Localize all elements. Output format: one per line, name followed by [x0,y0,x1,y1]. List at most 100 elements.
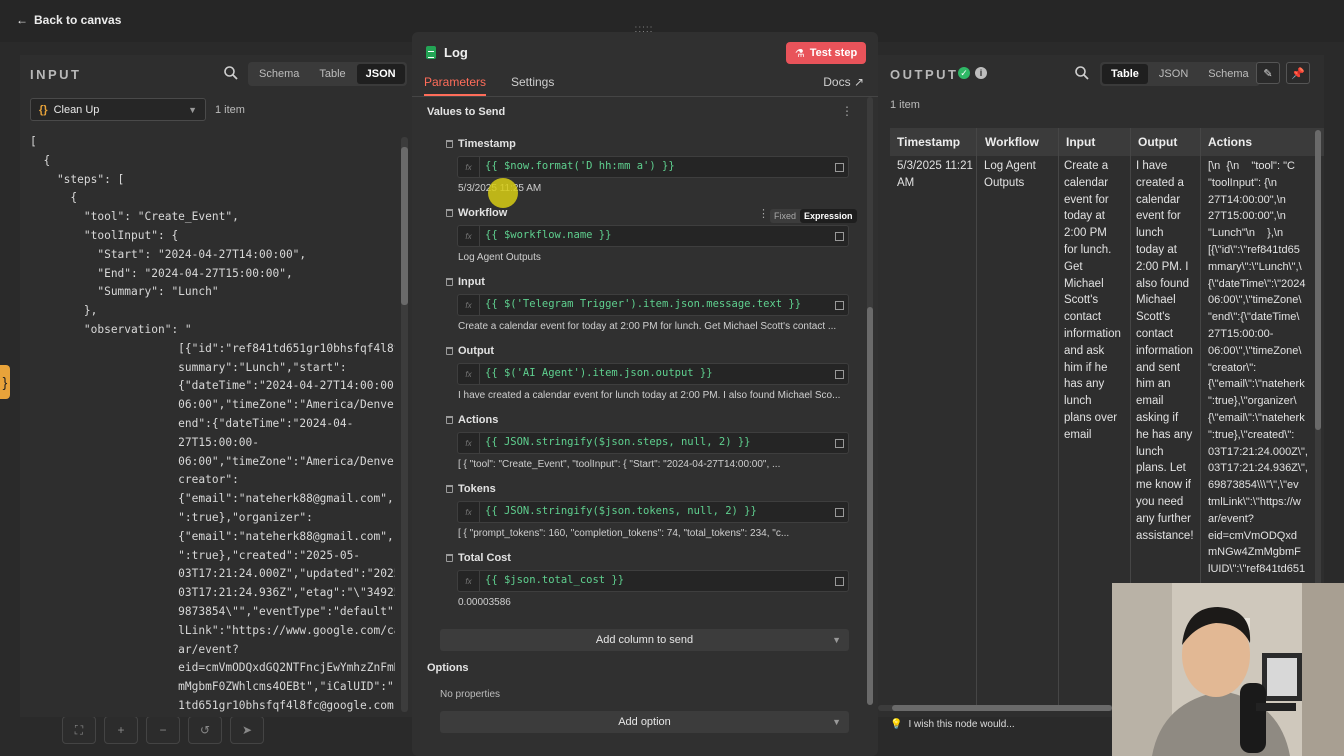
feedback-link[interactable]: 💡 I wish this node would... [890,719,1015,730]
modal-scrollbar[interactable] [867,97,873,705]
fixed-expression-toggle: Fixed Expression [770,209,857,223]
trash-icon[interactable] [446,416,453,424]
google-sheets-icon [426,46,436,59]
expand-icon[interactable] [835,577,844,586]
expand-icon[interactable] [835,163,844,172]
drag-handle[interactable]: ::::: [619,24,669,40]
output-item-count: 1 item [890,99,920,111]
cursor-highlight [488,178,518,208]
trash-icon[interactable] [446,209,453,217]
expand-icon[interactable] [835,508,844,517]
json-line: "Start": "2024-04-27T14:00:00", [30,247,307,261]
add-option-button[interactable]: Add option ▼ [440,711,849,733]
column-header-timestamp[interactable]: Timestamp [897,135,960,149]
modal-scrollbar-thumb[interactable] [867,307,873,705]
docs-link[interactable]: Docs ↗ [823,75,864,89]
expression-input-actions[interactable]: fx {{ JSON.stringify($json.steps, null, 2… [457,432,849,454]
json-line: "tool": "Create_Event", [30,210,239,224]
expression-code: {{ $now.format('D hh:mm a') }} [485,160,675,172]
cell-output: I have created a calendar event for lunc… [1136,160,1194,542]
json-line: mMgbmF0ZWhlcms4OEBt","iCalUID":"ref84 [30,680,395,694]
output-hscrollbar-thumb[interactable] [892,705,1112,711]
expression-input-total-cost[interactable]: fx {{ $json.total_cost }} [457,570,849,592]
back-to-canvas-label: Back to canvas [34,13,122,27]
input-view-json[interactable]: JSON [356,64,405,84]
input-panel: INPUT Schema Table JSON {} Clean Up ▼ 1 … [20,55,412,717]
mode-fixed[interactable]: Fixed [770,209,800,223]
node-name[interactable]: Log [444,45,468,60]
trash-icon[interactable] [446,554,453,562]
fit-view-icon[interactable]: ⛶ [62,716,96,744]
field-label-total-cost: Total Cost [446,552,511,564]
json-line: "steps": [ [30,172,125,186]
cell-input: Create a calendar event for today at 2:0… [1064,160,1121,441]
more-options-icon[interactable]: ⋮ [841,104,853,118]
tab-settings[interactable]: Settings [511,75,554,89]
undo-icon[interactable]: ↺ [188,716,222,744]
search-icon[interactable] [1074,65,1090,81]
tab-parameters[interactable]: Parameters [424,75,486,89]
json-viewer[interactable]: [ { "steps": [ { "tool": "Create_Event",… [30,133,395,713]
input-scrollbar[interactable] [401,137,408,712]
search-icon[interactable] [223,65,239,81]
table-header: Timestamp Workflow Input Output Actions [890,128,1324,156]
expression-code: {{ $('Telegram Trigger').item.json.messa… [485,298,802,310]
column-divider [1058,128,1059,708]
info-icon[interactable]: i [975,67,987,79]
output-view-json[interactable]: JSON [1150,64,1197,84]
fx-icon: fx [458,433,480,453]
column-header-actions[interactable]: Actions [1208,135,1252,149]
field-label-actions: Actions [446,414,498,426]
output-hscrollbar[interactable] [878,705,1118,711]
expand-icon[interactable] [835,232,844,241]
input-view-schema[interactable]: Schema [250,64,308,84]
expression-input-tokens[interactable]: fx {{ JSON.stringify($json.tokens, null, … [457,501,849,523]
column-header-workflow[interactable]: Workflow [985,135,1039,149]
expand-icon[interactable] [835,370,844,379]
expand-icon[interactable] [835,439,844,448]
fx-icon: fx [458,502,480,522]
input-scrollbar-thumb[interactable] [401,147,408,305]
arrow-left-icon: ← [16,13,28,27]
back-to-canvas-link[interactable]: ← Back to canvas [16,13,121,27]
cursor-icon[interactable]: ➤ [230,716,264,744]
output-view-schema[interactable]: Schema [1199,64,1257,84]
add-column-button[interactable]: Add column to send ▼ [440,629,849,651]
json-line: 03T17:21:24.936Z","etag":"\"349258576 [30,586,395,600]
edit-icon[interactable]: ✎ [1256,62,1280,84]
expression-input-output[interactable]: fx {{ $('AI Agent').item.json.output }} [457,363,849,385]
column-header-input[interactable]: Input [1066,135,1095,149]
fx-icon: fx [458,295,480,315]
expression-input-workflow[interactable]: fx {{ $workflow.name }} [457,225,849,247]
output-title: OUTPUT [890,67,959,82]
expression-input-input[interactable]: fx {{ $('Telegram Trigger').item.json.mes… [457,294,849,316]
zoom-in-icon[interactable]: + [104,716,138,744]
fx-icon: fx [458,226,480,246]
webcam-overlay [1112,583,1344,756]
zoom-out-icon[interactable]: − [146,716,180,744]
trash-icon[interactable] [446,347,453,355]
field-label-workflow: Workflow [446,207,507,219]
field-options-icon[interactable]: ⋮ [758,207,769,220]
code-node-icon[interactable]: } [0,365,10,399]
preview-input: Create a calendar event for today at 2:0… [458,321,837,332]
mode-expression[interactable]: Expression [800,209,857,223]
json-line: "End": "2024-04-27T15:00:00", [30,266,293,280]
trash-icon[interactable] [446,278,453,286]
lightbulb-icon: 💡 [890,719,903,730]
input-view-table[interactable]: Table [310,64,354,84]
column-header-output[interactable]: Output [1138,135,1177,149]
field-label-input: Input [446,276,485,288]
test-step-button[interactable]: ⚗ Test step [786,42,866,64]
output-view-table[interactable]: Table [1102,64,1148,84]
check-circle-icon: ✓ [958,67,970,79]
trash-icon[interactable] [446,485,453,493]
expand-icon[interactable] [835,301,844,310]
pin-icon[interactable]: 📌 [1286,62,1310,84]
column-divider [976,128,977,708]
source-node-value: Clean Up [53,103,100,116]
source-node-select[interactable]: {} Clean Up ▼ [30,98,206,121]
expression-input-timestamp[interactable]: fx {{ $now.format('D hh:mm a') }} [457,156,849,178]
trash-icon[interactable] [446,140,453,148]
output-scrollbar-thumb[interactable] [1315,130,1321,430]
